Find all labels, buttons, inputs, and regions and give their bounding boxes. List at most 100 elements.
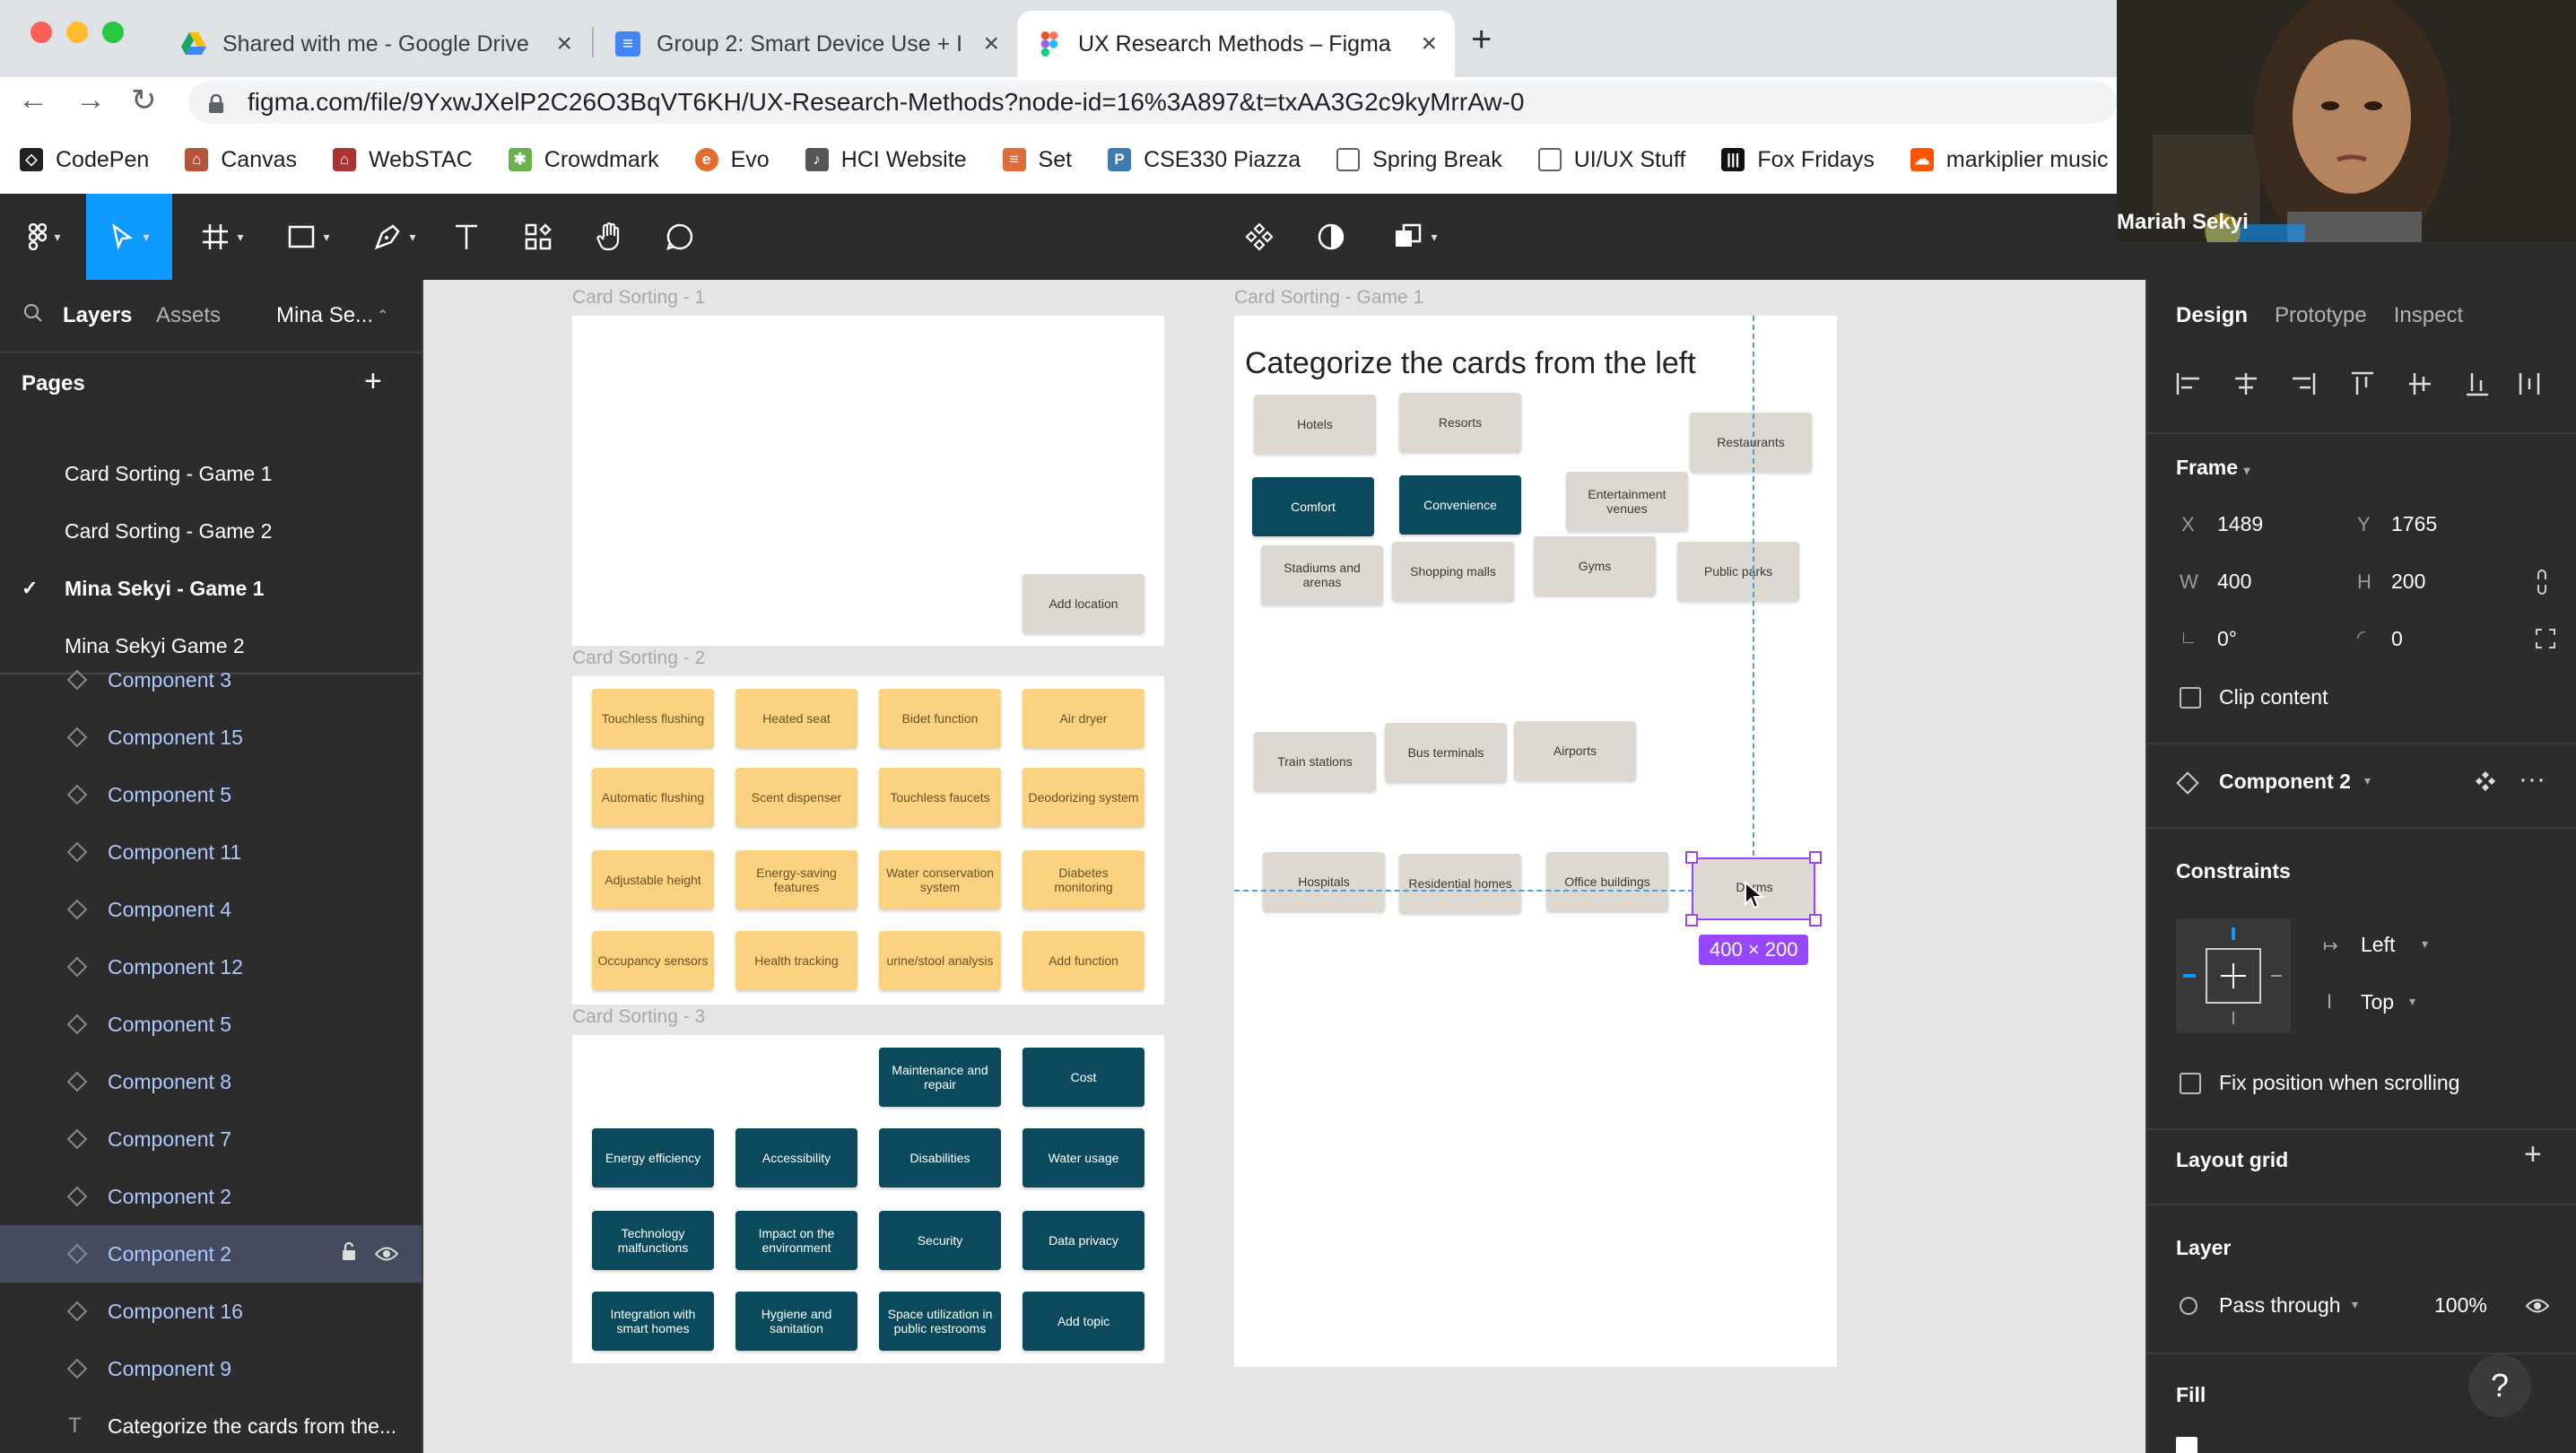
card[interactable]: Energy-saving features xyxy=(735,850,857,909)
card[interactable]: Convenience xyxy=(1399,475,1521,535)
card[interactable]: Impact on the environment xyxy=(735,1211,857,1270)
tab-google-docs[interactable]: ≡ Group 2: Smart Device Use + I × xyxy=(596,11,1017,77)
reload-icon[interactable]: ↻ xyxy=(131,83,157,118)
eye-icon[interactable] xyxy=(2525,1297,2550,1319)
card[interactable]: Accessibility xyxy=(735,1128,857,1188)
y-input[interactable]: 1765 xyxy=(2391,512,2437,536)
card[interactable]: Deodorizing system xyxy=(1023,768,1144,827)
boolean-tool-button[interactable]: ▾ xyxy=(1379,194,1451,280)
layer-row[interactable]: Component 16 xyxy=(0,1283,422,1340)
add-layout-grid-plus-icon[interactable]: + xyxy=(2524,1137,2542,1172)
page-item[interactable]: Card Sorting - Game 1 xyxy=(0,447,422,500)
card[interactable]: Touchless faucets xyxy=(879,768,1001,827)
card[interactable]: Comfort xyxy=(1252,477,1374,536)
maximize-window-button[interactable] xyxy=(102,22,124,43)
chevron-up-icon[interactable]: ⌃ xyxy=(377,307,388,325)
back-arrow-icon[interactable]: ← xyxy=(18,83,48,117)
bookmark-cse330-piazza[interactable]: P CSE330 Piazza xyxy=(1108,147,1301,173)
component-tool-button[interactable] xyxy=(1236,194,1283,280)
frame-label[interactable]: Card Sorting - 2 xyxy=(572,648,705,669)
radius-input[interactable]: 0 xyxy=(2391,627,2403,651)
frame-label[interactable]: Card Sorting - 3 xyxy=(572,1006,705,1028)
fill-swatch[interactable] xyxy=(2176,1437,2197,1453)
new-tab-button[interactable]: + xyxy=(1471,20,1492,60)
tab-prototype[interactable]: Prototype xyxy=(2275,303,2367,328)
bookmark-canvas[interactable]: ⌂ Canvas xyxy=(185,147,297,173)
frame-card-sorting-3[interactable]: Maintenance and repair Cost Energy effic… xyxy=(572,1035,1164,1363)
close-tab-icon[interactable]: × xyxy=(1421,29,1437,59)
card[interactable]: Hospitals xyxy=(1263,852,1385,911)
card[interactable]: Hygiene and sanitation xyxy=(735,1292,857,1351)
resize-handle[interactable] xyxy=(1685,914,1698,927)
layer-row[interactable]: Component 5 xyxy=(0,996,422,1053)
card[interactable]: Energy efficiency xyxy=(592,1128,714,1188)
layer-row[interactable]: Component 8 xyxy=(0,1053,422,1110)
hand-tool-button[interactable] xyxy=(585,194,635,280)
opacity-input[interactable]: 100% xyxy=(2434,1293,2487,1318)
bookmark-hci-website[interactable]: ♪ HCI Website xyxy=(805,147,967,173)
frame-card-sorting-game-1[interactable] xyxy=(1234,316,1837,1367)
h-input[interactable]: 200 xyxy=(2391,570,2425,594)
frame-card-sorting-2[interactable]: Touchless flushing Heated seat Bidet fun… xyxy=(572,676,1164,1005)
card[interactable]: Water usage xyxy=(1023,1128,1144,1188)
close-tab-icon[interactable]: × xyxy=(983,29,999,59)
independent-corners-icon[interactable] xyxy=(2535,628,2556,654)
layer-row[interactable]: Component 9 xyxy=(0,1340,422,1397)
card[interactable]: Add function xyxy=(1023,931,1144,990)
bookmark-fox-fridays[interactable]: ||| Fox Fridays xyxy=(1721,147,1875,173)
card[interactable]: Touchless flushing xyxy=(592,689,714,748)
go-to-main-component-icon[interactable] xyxy=(2474,770,2497,797)
comment-tool-button[interactable] xyxy=(655,194,705,280)
mask-tool-button[interactable] xyxy=(1308,194,1354,280)
component-name[interactable]: Component 2 xyxy=(2219,770,2351,794)
chevron-down-icon[interactable]: ▾ xyxy=(2352,1297,2358,1312)
blend-mode-select[interactable]: Pass through xyxy=(2219,1293,2341,1318)
card[interactable]: Occupancy sensors xyxy=(592,931,714,990)
frame-tool-button[interactable]: ▾ xyxy=(187,194,258,280)
move-tool-button[interactable]: ▾ xyxy=(86,194,172,280)
card[interactable]: Security xyxy=(879,1211,1001,1270)
bookmark-webstac[interactable]: ⌂ WebSTAC xyxy=(333,147,473,173)
frame-section-title[interactable]: Frame ▾ xyxy=(2176,456,2250,480)
layer-row[interactable]: Component 5 xyxy=(0,766,422,823)
card[interactable]: Train stations xyxy=(1254,732,1376,791)
lock-icon[interactable] xyxy=(341,1241,357,1266)
resize-handle[interactable] xyxy=(1809,914,1822,927)
resize-handle[interactable] xyxy=(1685,851,1698,864)
clip-content-checkbox[interactable] xyxy=(2180,687,2201,709)
card[interactable]: Automatic flushing xyxy=(592,768,714,827)
card[interactable]: Resorts xyxy=(1399,393,1521,452)
card[interactable]: Shopping malls xyxy=(1392,542,1514,601)
card[interactable]: Heated seat xyxy=(735,689,857,748)
help-button[interactable]: ? xyxy=(2468,1354,2531,1417)
close-tab-icon[interactable]: × xyxy=(556,29,572,59)
rotation-input[interactable]: 0° xyxy=(2217,627,2237,651)
layer-row[interactable]: Component 7 xyxy=(0,1110,422,1168)
card[interactable]: Stadiums and arenas xyxy=(1261,545,1383,605)
layer-row[interactable]: Component 2 xyxy=(0,1168,422,1225)
card[interactable]: Data privacy xyxy=(1023,1211,1144,1270)
constrain-proportions-icon[interactable] xyxy=(2535,569,2549,600)
card[interactable]: Residential homes xyxy=(1399,854,1521,913)
alignment-icons[interactable] xyxy=(2176,366,2553,402)
card[interactable]: Technology malfunctions xyxy=(592,1211,714,1270)
horizontal-constraint-select[interactable]: Left xyxy=(2361,933,2395,957)
card[interactable]: Space utilization in public restrooms xyxy=(879,1292,1001,1351)
text-tool-button[interactable] xyxy=(441,194,492,280)
card[interactable]: Office buildings xyxy=(1546,852,1668,911)
resources-tool-button[interactable] xyxy=(513,194,563,280)
fix-position-checkbox[interactable] xyxy=(2180,1073,2201,1094)
layer-row-text[interactable]: T Categorize the cards from the... xyxy=(0,1397,422,1453)
address-bar[interactable]: figma.com/file/9YxwJXelP2C26O3BqVT6KH/UX… xyxy=(188,81,2117,124)
game-title[interactable]: Categorize the cards from the left xyxy=(1245,346,1696,381)
card[interactable]: Airports xyxy=(1514,721,1636,780)
shape-tool-button[interactable]: ▾ xyxy=(273,194,344,280)
card[interactable]: Hotels xyxy=(1254,395,1376,454)
tab-assets[interactable]: Assets xyxy=(156,303,221,328)
card[interactable]: Bus terminals xyxy=(1385,723,1507,782)
bookmark-evo[interactable]: e Evo xyxy=(694,147,770,173)
chevron-down-icon[interactable]: ▾ xyxy=(2409,994,2415,1009)
chevron-down-icon[interactable]: ▾ xyxy=(2364,773,2371,788)
pen-tool-button[interactable]: ▾ xyxy=(359,194,431,280)
bookmark-markiplier-music[interactable]: ☁ markiplier music xyxy=(1910,147,2109,173)
